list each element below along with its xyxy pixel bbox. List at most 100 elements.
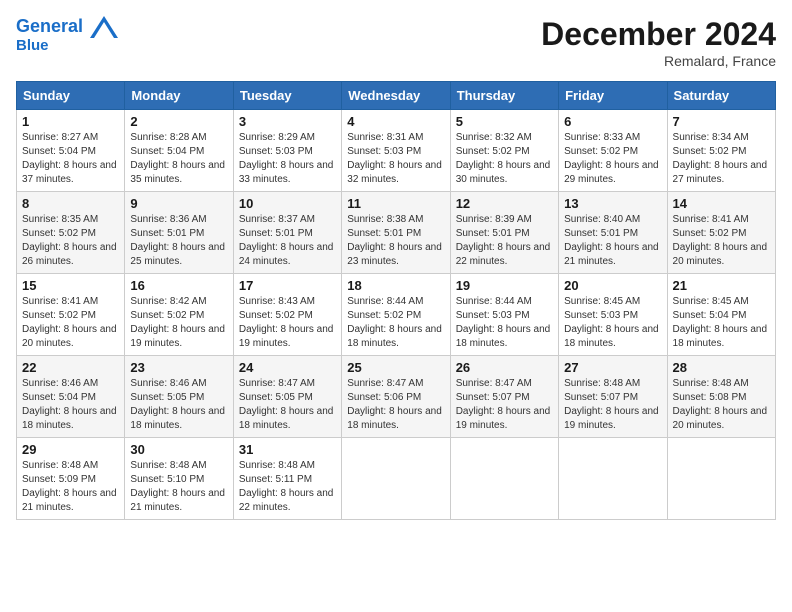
calendar-cell: 14 Sunrise: 8:41 AMSunset: 5:02 PMDayligh…: [667, 192, 775, 274]
calendar-cell: 30Sunrise: 8:48 AMSunset: 5:10 PMDayligh…: [125, 438, 233, 520]
day-info: Sunrise: 8:31 AMSunset: 5:03 PMDaylight:…: [347, 131, 444, 187]
calendar-cell: 22Sunrise: 8:46 AMSunset: 5:04 PMDayligh…: [17, 356, 125, 438]
calendar-cell: 23 Sunrise: 8:46 AMSunset: 5:05 PMDayligh…: [125, 356, 233, 438]
day-info: Sunrise: 8:38 AMSunset: 5:01 PMDaylight:…: [347, 213, 444, 269]
calendar-cell: [667, 438, 775, 520]
weekday-header-sunday: Sunday: [17, 82, 125, 110]
day-info: Sunrise: 8:29 AMSunset: 5:03 PMDaylight:…: [239, 131, 336, 187]
day-number: 4: [347, 114, 444, 129]
calendar-cell: 1 Sunrise: 8:27 AMSunset: 5:04 PMDaylight…: [17, 110, 125, 192]
day-info: Sunrise: 8:39 AMSunset: 5:01 PMDaylight:…: [456, 213, 553, 269]
calendar-table: SundayMondayTuesdayWednesdayThursdayFrid…: [16, 81, 776, 520]
day-info: Sunrise: 8:44 AMSunset: 5:02 PMDaylight:…: [347, 295, 444, 351]
day-number: 17: [239, 278, 336, 293]
calendar-cell: 7 Sunrise: 8:34 AMSunset: 5:02 PMDaylight…: [667, 110, 775, 192]
day-info: Sunrise: 8:48 AMSunset: 5:07 PMDaylight:…: [564, 377, 661, 433]
calendar-cell: 6Sunrise: 8:33 AMSunset: 5:02 PMDaylight…: [559, 110, 667, 192]
calendar-cell: 5 Sunrise: 8:32 AMSunset: 5:02 PMDaylight…: [450, 110, 558, 192]
day-number: 21: [673, 278, 770, 293]
calendar-cell: 12 Sunrise: 8:39 AMSunset: 5:01 PMDayligh…: [450, 192, 558, 274]
day-number: 26: [456, 360, 553, 375]
day-number: 15: [22, 278, 119, 293]
logo-blue-text: Blue: [16, 38, 118, 55]
day-info: Sunrise: 8:35 AMSunset: 5:02 PMDaylight:…: [22, 213, 119, 269]
day-info: Sunrise: 8:32 AMSunset: 5:02 PMDaylight:…: [456, 131, 553, 187]
calendar-cell: 10Sunrise: 8:37 AMSunset: 5:01 PMDayligh…: [233, 192, 341, 274]
calendar-cell: [450, 438, 558, 520]
day-info: Sunrise: 8:34 AMSunset: 5:02 PMDaylight:…: [673, 131, 770, 187]
calendar-cell: 28Sunrise: 8:48 AMSunset: 5:08 PMDayligh…: [667, 356, 775, 438]
calendar-cell: 13Sunrise: 8:40 AMSunset: 5:01 PMDayligh…: [559, 192, 667, 274]
day-info: Sunrise: 8:46 AMSunset: 5:04 PMDaylight:…: [22, 377, 119, 433]
calendar-cell: 9 Sunrise: 8:36 AMSunset: 5:01 PMDaylight…: [125, 192, 233, 274]
day-info: Sunrise: 8:43 AMSunset: 5:02 PMDaylight:…: [239, 295, 336, 351]
weekday-header-friday: Friday: [559, 82, 667, 110]
calendar-cell: 26Sunrise: 8:47 AMSunset: 5:07 PMDayligh…: [450, 356, 558, 438]
calendar-cell: 29 Sunrise: 8:48 AMSunset: 5:09 PMDayligh…: [17, 438, 125, 520]
day-number: 14: [673, 196, 770, 211]
day-number: 25: [347, 360, 444, 375]
day-number: 3: [239, 114, 336, 129]
day-info: Sunrise: 8:41 AMSunset: 5:02 PMDaylight:…: [673, 213, 770, 269]
calendar-cell: 17 Sunrise: 8:43 AMSunset: 5:02 PMDayligh…: [233, 274, 341, 356]
day-info: Sunrise: 8:41 AMSunset: 5:02 PMDaylight:…: [22, 295, 119, 351]
calendar-cell: 31Sunrise: 8:48 AMSunset: 5:11 PMDayligh…: [233, 438, 341, 520]
calendar-cell: 16 Sunrise: 8:42 AMSunset: 5:02 PMDayligh…: [125, 274, 233, 356]
weekday-header-tuesday: Tuesday: [233, 82, 341, 110]
day-info: Sunrise: 8:45 AMSunset: 5:04 PMDaylight:…: [673, 295, 770, 351]
day-number: 11: [347, 196, 444, 211]
calendar-cell: [342, 438, 450, 520]
calendar-cell: 18 Sunrise: 8:44 AMSunset: 5:02 PMDayligh…: [342, 274, 450, 356]
day-number: 28: [673, 360, 770, 375]
day-info: Sunrise: 8:47 AMSunset: 5:06 PMDaylight:…: [347, 377, 444, 433]
day-info: Sunrise: 8:46 AMSunset: 5:05 PMDaylight:…: [130, 377, 227, 433]
calendar-cell: 27 Sunrise: 8:48 AMSunset: 5:07 PMDayligh…: [559, 356, 667, 438]
day-number: 16: [130, 278, 227, 293]
weekday-header-thursday: Thursday: [450, 82, 558, 110]
calendar-cell: 21 Sunrise: 8:45 AMSunset: 5:04 PMDayligh…: [667, 274, 775, 356]
location-subtitle: Remalard, France: [541, 53, 776, 69]
day-number: 8: [22, 196, 119, 211]
day-number: 9: [130, 196, 227, 211]
day-info: Sunrise: 8:36 AMSunset: 5:01 PMDaylight:…: [130, 213, 227, 269]
day-info: Sunrise: 8:28 AMSunset: 5:04 PMDaylight:…: [130, 131, 227, 187]
calendar-cell: 4 Sunrise: 8:31 AMSunset: 5:03 PMDaylight…: [342, 110, 450, 192]
calendar-cell: 19Sunrise: 8:44 AMSunset: 5:03 PMDayligh…: [450, 274, 558, 356]
calendar-week-row: 1 Sunrise: 8:27 AMSunset: 5:04 PMDaylight…: [17, 110, 776, 192]
day-number: 18: [347, 278, 444, 293]
day-number: 1: [22, 114, 119, 129]
calendar-week-row: 22Sunrise: 8:46 AMSunset: 5:04 PMDayligh…: [17, 356, 776, 438]
calendar-cell: 11 Sunrise: 8:38 AMSunset: 5:01 PMDayligh…: [342, 192, 450, 274]
day-info: Sunrise: 8:42 AMSunset: 5:02 PMDaylight:…: [130, 295, 227, 351]
day-info: Sunrise: 8:33 AMSunset: 5:02 PMDaylight:…: [564, 131, 661, 187]
day-info: Sunrise: 8:48 AMSunset: 5:09 PMDaylight:…: [22, 459, 119, 515]
logo: General Blue: [16, 16, 118, 55]
day-number: 10: [239, 196, 336, 211]
logo-text: General: [16, 16, 118, 38]
day-info: Sunrise: 8:45 AMSunset: 5:03 PMDaylight:…: [564, 295, 661, 351]
day-number: 12: [456, 196, 553, 211]
calendar-week-row: 29 Sunrise: 8:48 AMSunset: 5:09 PMDayligh…: [17, 438, 776, 520]
day-number: 5: [456, 114, 553, 129]
calendar-cell: 24Sunrise: 8:47 AMSunset: 5:05 PMDayligh…: [233, 356, 341, 438]
day-number: 7: [673, 114, 770, 129]
day-number: 23: [130, 360, 227, 375]
calendar-week-row: 15 Sunrise: 8:41 AMSunset: 5:02 PMDayligh…: [17, 274, 776, 356]
page-header: General Blue December 2024 Remalard, Fra…: [16, 16, 776, 69]
calendar-cell: 20Sunrise: 8:45 AMSunset: 5:03 PMDayligh…: [559, 274, 667, 356]
calendar-cell: 25 Sunrise: 8:47 AMSunset: 5:06 PMDayligh…: [342, 356, 450, 438]
day-info: Sunrise: 8:40 AMSunset: 5:01 PMDaylight:…: [564, 213, 661, 269]
calendar-cell: 3 Sunrise: 8:29 AMSunset: 5:03 PMDaylight…: [233, 110, 341, 192]
calendar-cell: [559, 438, 667, 520]
day-number: 2: [130, 114, 227, 129]
day-number: 29: [22, 442, 119, 457]
calendar-header-row: SundayMondayTuesdayWednesdayThursdayFrid…: [17, 82, 776, 110]
day-info: Sunrise: 8:27 AMSunset: 5:04 PMDaylight:…: [22, 131, 119, 187]
calendar-cell: 8 Sunrise: 8:35 AMSunset: 5:02 PMDaylight…: [17, 192, 125, 274]
weekday-header-monday: Monday: [125, 82, 233, 110]
weekday-header-saturday: Saturday: [667, 82, 775, 110]
day-number: 24: [239, 360, 336, 375]
day-number: 27: [564, 360, 661, 375]
calendar-week-row: 8 Sunrise: 8:35 AMSunset: 5:02 PMDaylight…: [17, 192, 776, 274]
day-info: Sunrise: 8:48 AMSunset: 5:11 PMDaylight:…: [239, 459, 336, 515]
